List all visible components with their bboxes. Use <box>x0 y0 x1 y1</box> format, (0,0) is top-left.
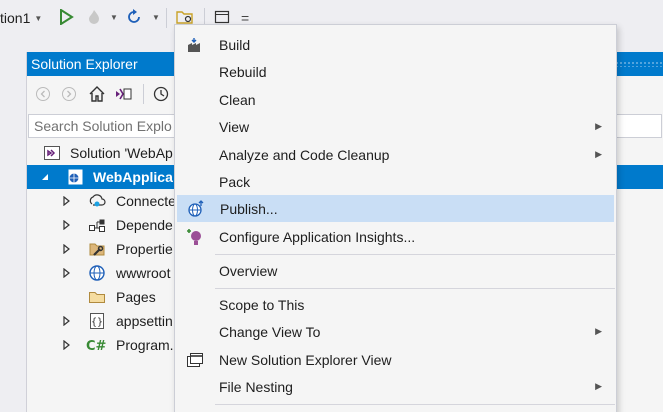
submenu-arrow-icon: ▶ <box>595 326 602 336</box>
web-project-icon <box>66 168 84 186</box>
menu-item-label: Change View To <box>219 323 321 340</box>
new-explorer-view-icon <box>185 350 205 370</box>
menu-item-label: Clean <box>219 91 256 108</box>
publish-globe-icon <box>186 199 206 219</box>
svg-text:{}: {} <box>91 317 103 328</box>
menu-item-label: File Nesting <box>219 378 293 395</box>
tree-item-label: WebApplica <box>93 169 173 185</box>
forward-icon[interactable] <box>59 84 79 104</box>
svg-text:C#: C# <box>86 339 107 354</box>
tree-item-label: appsettin <box>116 313 173 329</box>
submenu-arrow-icon: ▶ <box>595 121 602 131</box>
menu-item-change-view-to[interactable]: Change View To ▶ <box>177 318 614 345</box>
menu-item-new-explorer-view[interactable]: New Solution Explorer View <box>177 346 614 373</box>
collapsed-arrow-icon[interactable] <box>60 195 72 207</box>
menu-separator <box>215 254 615 255</box>
play-icon[interactable] <box>56 7 76 27</box>
menu-item-clean[interactable]: Clean <box>177 86 614 113</box>
menu-item-build[interactable]: Build <box>177 31 614 58</box>
build-icon <box>185 35 205 55</box>
menu-item-label: Build <box>219 36 251 53</box>
menu-item-label: Scope to This <box>219 296 305 313</box>
collapsed-arrow-icon[interactable] <box>60 315 72 327</box>
connected-services-icon <box>88 192 106 210</box>
tree-item-label: Solution 'WebAp <box>70 145 173 161</box>
tree-item-label: Program. <box>116 337 174 353</box>
menu-separator <box>215 404 615 405</box>
submenu-arrow-icon: ▶ <box>595 381 602 391</box>
tree-item-label: Connecte <box>116 193 176 209</box>
chevron-down-icon[interactable]: ▼ <box>110 13 118 22</box>
toolbar-divider <box>143 84 144 104</box>
submenu-arrow-icon: ▶ <box>595 149 602 159</box>
back-icon[interactable] <box>33 84 53 104</box>
project-context-menu: Build Rebuild Clean View ▶ Analyze and C… <box>174 24 617 412</box>
home-icon[interactable] <box>87 84 107 104</box>
tree-item-label: Depende <box>116 217 173 233</box>
folder-icon <box>88 288 106 306</box>
menu-item-label: Rebuild <box>219 63 267 80</box>
solution-config-label: tion1 <box>0 10 31 26</box>
menu-item-configure-insights[interactable]: Configure Application Insights... <box>177 223 614 250</box>
menu-item-label: Publish... <box>220 200 278 217</box>
panel-title: Solution Explorer <box>31 56 138 72</box>
tree-item-label: Propertie <box>116 241 173 257</box>
chevron-down-icon: ▼ <box>34 13 43 23</box>
collapsed-arrow-icon[interactable] <box>60 219 72 231</box>
globe-icon <box>88 264 106 282</box>
collapsed-arrow-icon[interactable] <box>60 243 72 255</box>
collapsed-arrow-icon[interactable] <box>60 339 72 351</box>
menu-item-label: Pack <box>219 173 251 190</box>
menu-item-analyze[interactable]: Analyze and Code Cleanup ▶ <box>177 141 614 168</box>
menu-item-rebuild[interactable]: Rebuild <box>177 58 614 85</box>
menu-item-label: View <box>219 118 250 135</box>
menu-item-label: Analyze and Code Cleanup <box>219 146 390 163</box>
solution-config-dropdown[interactable]: tion1 ▼ <box>0 8 42 28</box>
flame-icon[interactable] <box>84 7 104 27</box>
app-insights-icon <box>185 227 205 247</box>
dependencies-icon <box>88 216 106 234</box>
pending-changes-icon[interactable] <box>151 84 171 104</box>
menu-item-view[interactable]: View ▶ <box>177 113 614 140</box>
chevron-down-icon[interactable]: ▼ <box>152 13 160 22</box>
menu-item-scope-to-this[interactable]: Scope to This <box>177 291 614 318</box>
menu-item-pack[interactable]: Pack <box>177 168 614 195</box>
menu-item-file-nesting[interactable]: File Nesting ▶ <box>177 373 614 400</box>
expanded-arrow-icon[interactable] <box>39 171 51 183</box>
menu-separator <box>215 288 615 289</box>
menu-item-label: New Solution Explorer View <box>219 351 392 368</box>
json-file-icon: {} <box>88 312 106 330</box>
csharp-file-icon: C# <box>86 336 110 354</box>
toolbar-divider <box>166 8 167 28</box>
collapsed-arrow-icon[interactable] <box>60 267 72 279</box>
menu-item-overview[interactable]: Overview <box>177 257 614 284</box>
menu-item-publish[interactable]: Publish... <box>177 195 614 222</box>
menu-item-label: Overview <box>219 262 278 279</box>
properties-wrench-icon <box>88 240 106 258</box>
tree-item-label: Pages <box>116 289 156 305</box>
tree-item-label: wwwroot <box>116 265 171 281</box>
menu-item-label: Configure Application Insights... <box>219 228 416 245</box>
refresh-icon[interactable] <box>124 7 144 27</box>
switch-views-icon[interactable] <box>113 84 133 104</box>
solution-icon <box>43 144 61 162</box>
